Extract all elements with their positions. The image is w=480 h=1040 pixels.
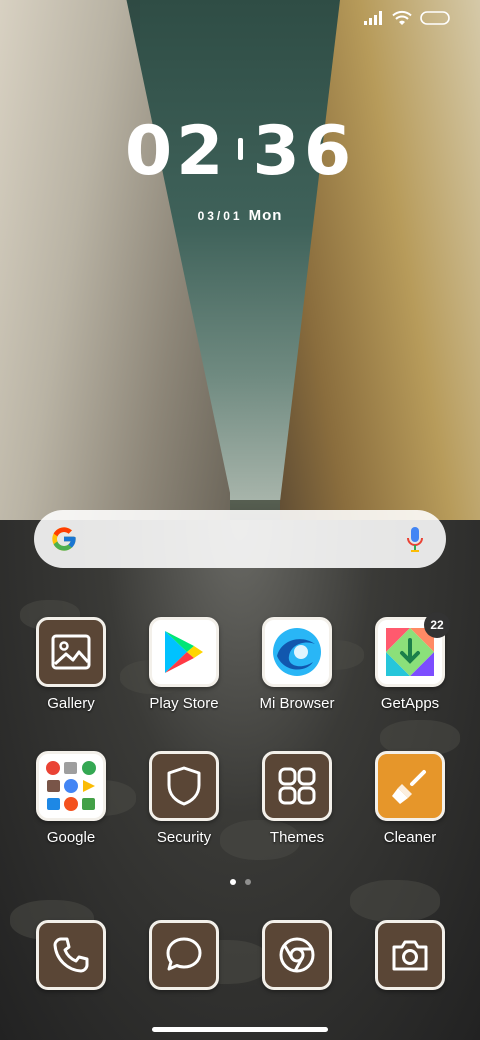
mi-browser-icon	[262, 617, 332, 687]
page-dot-1[interactable]	[229, 879, 236, 885]
camera-icon	[375, 920, 445, 990]
google-folder-icon	[36, 751, 106, 821]
dock-camera[interactable]	[360, 920, 460, 990]
getapps-icon: 22	[375, 612, 450, 687]
signal-icon	[364, 11, 382, 25]
clock-minutes: 36	[252, 112, 356, 191]
app-label: Security	[156, 829, 212, 846]
dock-phone[interactable]	[21, 920, 121, 990]
app-gallery[interactable]: Gallery	[21, 617, 121, 712]
page-indicator[interactable]	[0, 879, 480, 885]
home-gesture-bar[interactable]	[152, 1027, 328, 1032]
date-weekday: Mon	[248, 207, 283, 224]
app-label: Gallery	[47, 695, 95, 712]
app-mi-browser[interactable]: Mi Browser	[247, 617, 347, 712]
message-icon	[149, 920, 219, 990]
clock-separator	[237, 138, 243, 161]
app-play-store[interactable]: Play Store	[134, 617, 234, 712]
phone-icon	[36, 920, 106, 990]
app-security[interactable]: Security	[134, 751, 234, 846]
app-getapps[interactable]: 22 GetApps	[360, 612, 460, 712]
shield-icon	[149, 751, 219, 821]
google-g-icon	[52, 527, 76, 551]
app-label: Google	[46, 829, 96, 846]
app-themes[interactable]: Themes	[247, 751, 347, 846]
app-label: Themes	[269, 829, 325, 846]
mic-icon[interactable]	[406, 526, 424, 554]
play-store-icon	[149, 617, 219, 687]
app-label: Mi Browser	[259, 695, 335, 712]
clock-hours: 02	[124, 112, 228, 191]
folder-google[interactable]: Google	[21, 751, 121, 846]
status-bar	[364, 10, 452, 26]
app-cleaner[interactable]: Cleaner	[360, 751, 460, 846]
app-label: GetApps	[380, 695, 440, 712]
date-widget[interactable]: 03/01 Mon	[0, 207, 480, 224]
clock-widget[interactable]: 02 36	[0, 112, 480, 191]
app-label: Cleaner	[383, 829, 437, 846]
google-search-bar[interactable]	[34, 510, 446, 568]
battery-icon	[420, 11, 450, 25]
page-dot-2[interactable]	[244, 879, 251, 885]
app-label: Play Store	[149, 695, 219, 712]
notification-badge: 22	[424, 612, 450, 638]
broom-icon	[375, 751, 445, 821]
chrome-icon	[262, 920, 332, 990]
dock-messages[interactable]	[134, 920, 234, 990]
dock-chrome[interactable]	[247, 920, 347, 990]
gallery-icon	[36, 617, 106, 687]
date-day: 03/01	[197, 209, 243, 223]
wifi-icon	[392, 10, 412, 25]
themes-icon	[262, 751, 332, 821]
